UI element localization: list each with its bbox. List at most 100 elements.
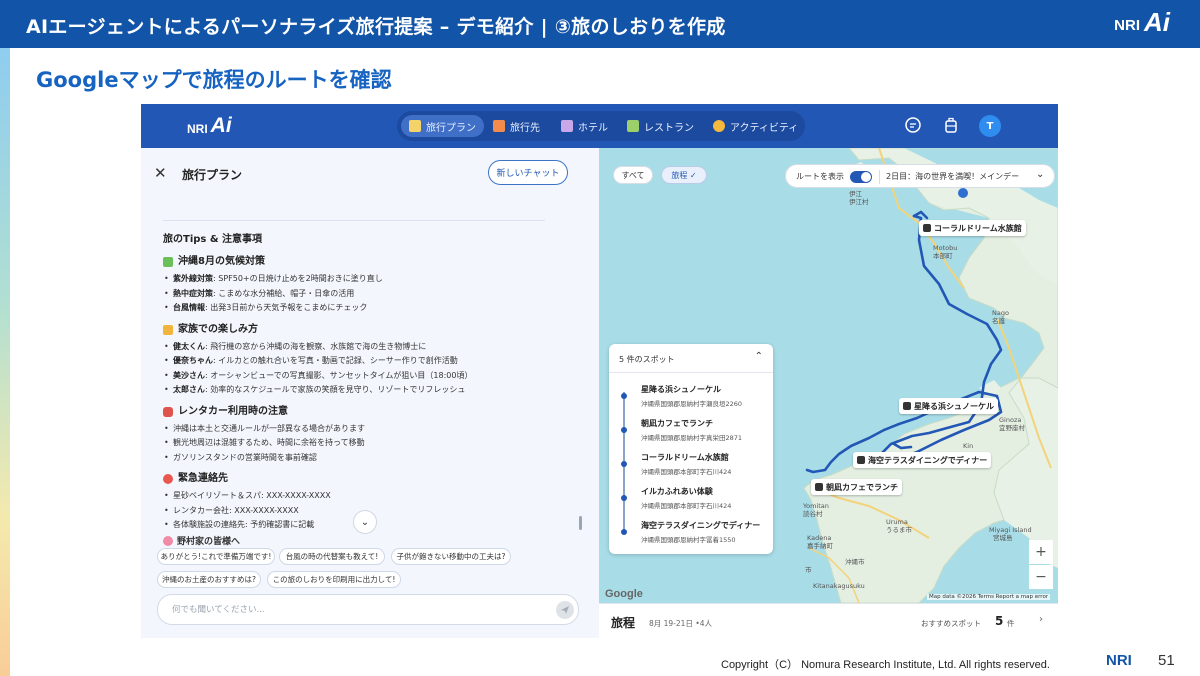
chevron-right-icon[interactable]: › — [1039, 614, 1043, 625]
nav-label: ホテル — [578, 122, 608, 134]
suggestion-chip[interactable]: 台風の時の代替案も教えて! — [279, 548, 385, 565]
place-label: 宮城島 — [993, 534, 1013, 542]
place-label: うるま市 — [886, 526, 912, 534]
google-logo: Google — [605, 588, 643, 600]
slide-subtitle: Googleマップで旅程のルートを確認 — [36, 68, 392, 92]
scrollbar[interactable] — [579, 516, 582, 530]
scroll-down-button[interactable]: ⌄ — [353, 510, 377, 534]
spot-address: 沖縄県国頭郡恩納村字瀬良垣2260 — [641, 400, 743, 408]
filter-all-chip[interactable]: すべて — [613, 166, 653, 184]
heading-text: 家族での楽しみ方 — [178, 323, 258, 335]
route-control: ルートを表示 2日目：海の世界を満喫！メインデー ⌄ — [785, 164, 1055, 188]
bed-icon — [561, 120, 573, 132]
to-family-heading: 野村家の皆様へ — [163, 534, 240, 547]
chevron-down-icon: ⌄ — [360, 516, 370, 528]
day-select[interactable]: 2日目：海の世界を満喫！メインデー — [886, 171, 1019, 182]
spot-item[interactable]: 星降る浜シュノーケル 沖縄県国頭郡恩納村字瀬良垣2260 — [619, 384, 769, 412]
place-label: 市 — [805, 566, 812, 574]
suggestion-chip[interactable]: 沖縄のお土産のおすすめは? — [157, 571, 261, 588]
list-item: 沖縄は本土と交通ルールが一部異なる場合があります — [163, 422, 583, 437]
chat-message: 旅のTips & 注意事項 沖縄8月の気候対策 紫外線対策: SPF50+の日焼… — [163, 226, 583, 540]
send-icon — [561, 606, 569, 614]
place-label: 伊江村 — [849, 198, 869, 206]
spot-item[interactable]: イルカふれあい体験 沖縄県国頭郡本部町字石川424 — [619, 486, 769, 514]
nav-hotel[interactable]: ホテル — [553, 115, 616, 137]
heading-text: 緊急連絡先 — [178, 473, 228, 484]
zoom-out-button[interactable]: − — [1029, 565, 1053, 589]
slide-title: AIエージェントによるパーソナライズ旅行提案 – デモ紹介 | ③旅のしおりを作… — [26, 16, 726, 38]
spot-item[interactable]: 海空テラスダイニングでディナー 沖縄県国頭郡恩納村字冨着1550 — [619, 520, 769, 548]
spot-name: 海空テラスダイニングでディナー — [641, 521, 761, 530]
map-view[interactable]: 伊江 伊江村 Motobu 本部町 Nago 名護 Ginoza 宜野座村 Ki… — [599, 148, 1058, 603]
spots-card: 5 件のスポット ⌃ 星降る浜シュノーケル 沖縄県国頭郡恩納村字瀬良垣2260 朝… — [609, 344, 773, 554]
fork-knife-icon — [627, 120, 639, 132]
spot-item[interactable]: コーラルドリーム水族館 沖縄県国頭郡本部町字石川424 — [619, 452, 769, 480]
place-label: 伊江 — [849, 190, 862, 198]
place-label: 本部町 — [933, 252, 953, 260]
nri-ai-logo: NRI Ai — [1114, 8, 1170, 36]
phone-icon — [163, 474, 173, 484]
suggestion-chip[interactable]: ありがとう!これで準備万端です! — [157, 548, 275, 565]
recommended-label: おすすめスポット — [921, 619, 981, 628]
place-label: 嘉手納町 — [807, 542, 833, 550]
family-icon — [163, 324, 173, 335]
marker-label: 海空テラスダイニングでディナー — [868, 455, 988, 465]
emergency-heading: 緊急連絡先 — [163, 471, 583, 487]
car-icon — [163, 406, 173, 417]
app-logo-ai: Ai — [210, 114, 232, 137]
divider — [879, 170, 880, 184]
close-icon[interactable]: ✕ — [154, 164, 167, 182]
nav-activity[interactable]: アクティビティ — [705, 115, 806, 137]
luggage-icon[interactable] — [942, 116, 960, 134]
spot-address: 沖縄県国頭郡本部町字石川424 — [641, 468, 732, 476]
map-marker-dinner[interactable]: 海空テラスダイニングでディナー — [853, 452, 992, 468]
list-item: 熱中症対策: こまめな水分補給、帽子・日傘の活用 — [163, 287, 583, 302]
trip-title: 旅程 — [611, 616, 636, 630]
send-button[interactable] — [556, 601, 574, 619]
place-label: Motobu — [933, 244, 958, 252]
divider — [609, 372, 773, 373]
spot-address: 沖縄県国頭郡本部町字石川424 — [641, 502, 732, 510]
app-logo[interactable]: NRI Ai — [187, 114, 232, 138]
place-label: 沖縄市 — [845, 558, 865, 566]
map-marker-snorkel[interactable]: 星降る浜シュノーケル — [899, 398, 998, 414]
chevron-down-icon[interactable]: ⌄ — [1036, 169, 1044, 180]
recommended-count: 5 — [995, 614, 1004, 628]
map-marker-aquarium[interactable]: コーラルドリーム水族館 — [919, 220, 1026, 236]
spot-address: 沖縄県国頭郡恩納村字冨着1550 — [641, 536, 736, 544]
app-header: NRI Ai 旅行プラン 旅行先 ホテル レストラン アクティビティ T — [141, 104, 1058, 148]
app-window: NRI Ai 旅行プラン 旅行先 ホテル レストラン アクティビティ T ✕ 旅… — [141, 104, 1058, 638]
list-item: 台風情報: 出発3日前から天気予報をこまめにチェック — [163, 301, 583, 316]
nav-travel-plan[interactable]: 旅行プラン — [401, 115, 484, 137]
place-label: Nago — [992, 309, 1009, 317]
heading-text: レンタカー利用時の注意 — [178, 405, 288, 417]
filter-trip-chip[interactable]: 旅程 ✓ — [661, 166, 707, 184]
suggestion-chip[interactable]: この旅のしおりを印刷用に出力して! — [267, 571, 401, 588]
chat-input[interactable] — [172, 602, 532, 618]
heading-text: 野村家の皆様へ — [177, 537, 241, 547]
list-item: 紫外線対策: SPF50+の日焼け止めを2時間おきに塗り直し — [163, 272, 583, 287]
nav-destination[interactable]: 旅行先 — [485, 115, 548, 137]
map-attribution[interactable]: Map data ©2026 Terms Report a map error — [927, 594, 1051, 600]
route-toggle[interactable] — [850, 171, 872, 183]
title-bar: AIエージェントによるパーソナライズ旅行提案 – デモ紹介 | ③旅のしおりを作… — [0, 0, 1200, 48]
spot-dot — [621, 529, 627, 535]
user-avatar[interactable]: T — [979, 115, 1001, 137]
chevron-up-icon[interactable]: ⌃ — [755, 351, 763, 362]
zoom-in-button[interactable]: + — [1029, 540, 1053, 564]
place-label: Kitanakagusuku — [813, 582, 865, 590]
nav-restaurant[interactable]: レストラン — [619, 115, 702, 137]
suggestion-chip[interactable]: 子供が飽きない移動中の工夫は? — [391, 548, 511, 565]
slide: AIエージェントによるパーソナライズ旅行提案 – デモ紹介 | ③旅のしおりを作… — [0, 0, 1200, 676]
list-item: 観光地周辺は混雑するため、時間に余裕を持って移動 — [163, 436, 583, 451]
list-item: ガソリンスタンドの営業時間を事前確認 — [163, 451, 583, 466]
chat-bubble-icon[interactable] — [904, 116, 922, 134]
main-nav: 旅行プラン 旅行先 ホテル レストラン アクティビティ — [397, 111, 805, 141]
spot-item[interactable]: 朝凪カフェでランチ 沖縄県国頭郡恩納村字真栄田2871 — [619, 418, 769, 446]
nav-label: 旅行プラン — [426, 122, 476, 134]
marker-label: 朝凪カフェでランチ — [826, 482, 898, 492]
copyright-text: Copyright（C） Nomura Research Institute, … — [721, 659, 1050, 671]
marker-label: コーラルドリーム水族館 — [934, 223, 1022, 233]
new-chat-button[interactable]: 新しいチャット — [488, 160, 568, 185]
map-marker-lunch[interactable]: 朝凪カフェでランチ — [811, 479, 902, 495]
